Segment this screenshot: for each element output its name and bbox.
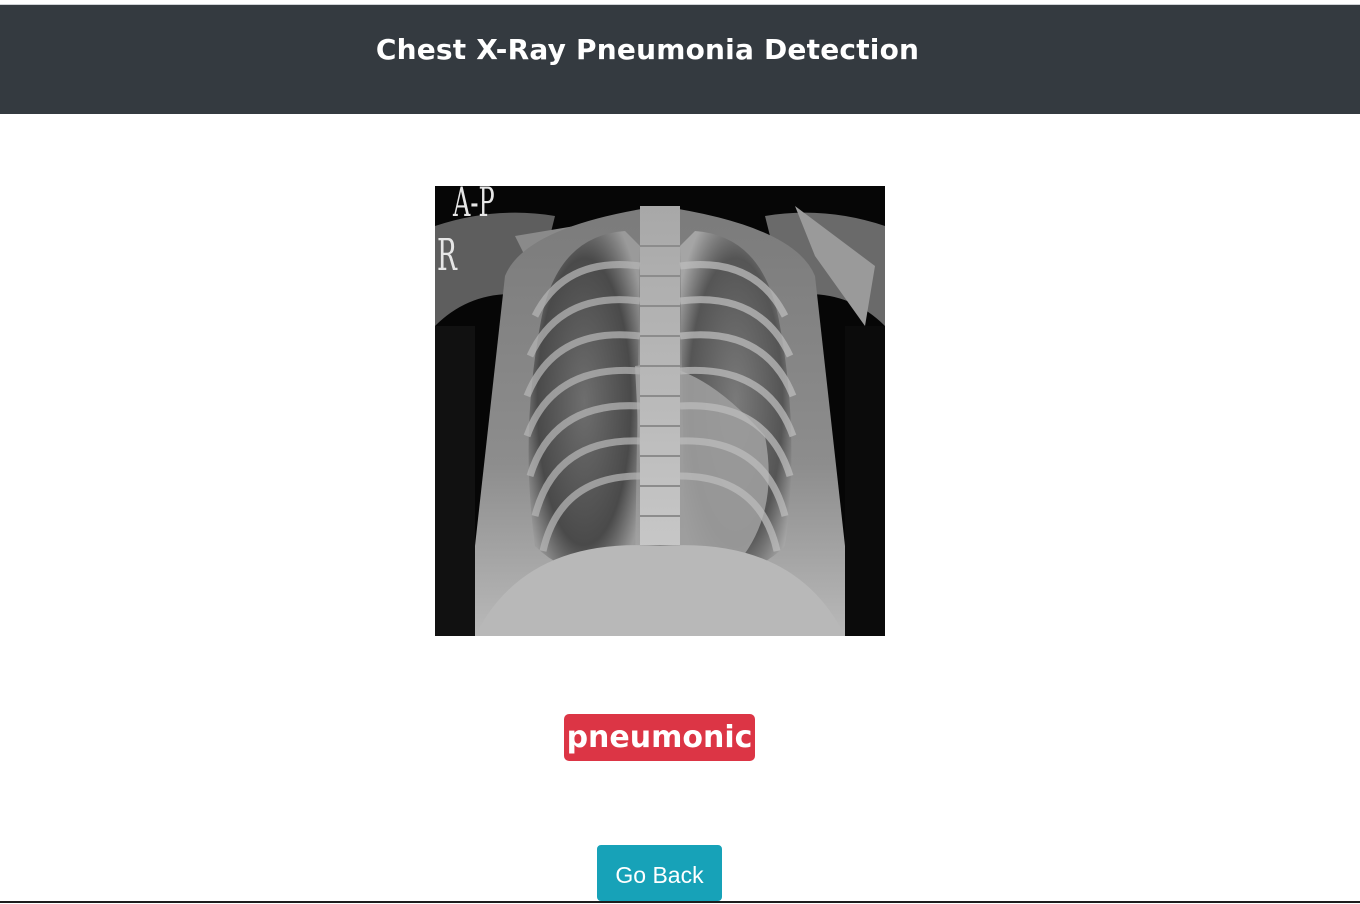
left-edge-shadow xyxy=(435,326,475,636)
xray-graphic xyxy=(435,186,885,636)
xray-image: A-P R xyxy=(435,186,885,636)
go-back-button[interactable]: Go Back xyxy=(597,845,722,901)
xray-side-marker: R xyxy=(437,230,457,281)
right-edge-shadow xyxy=(845,326,885,636)
prediction-badge: pneumonic xyxy=(564,714,755,761)
page-title: Chest X-Ray Pneumonia Detection xyxy=(375,33,920,66)
xray-projection-marker: A-P xyxy=(453,186,495,226)
navbar: Chest X-Ray Pneumonia Detection xyxy=(0,5,1360,114)
bottom-border xyxy=(0,901,1360,903)
